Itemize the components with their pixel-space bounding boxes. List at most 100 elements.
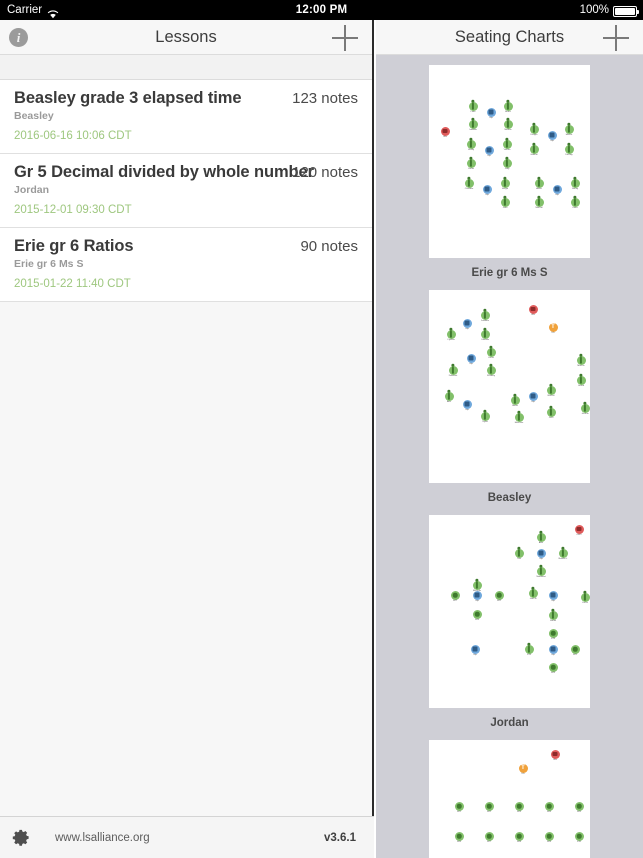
seat-marker <box>548 610 558 620</box>
seat-glyph-person <box>469 159 473 167</box>
seat-marker <box>564 124 574 134</box>
seating-chart-thumbnail[interactable]: AlexToniGrpBrooke LManmeetObs1TTchS17S07… <box>429 515 590 708</box>
seat-marker <box>454 831 464 841</box>
seat-label: Grp <box>465 409 469 411</box>
seat-label: Tch <box>551 332 555 334</box>
seat-label: Grp <box>555 194 559 196</box>
seat-glyph-person <box>503 179 507 187</box>
seat-glyph-rsq <box>442 129 448 133</box>
seat-glyph-square <box>472 646 478 652</box>
seat-marker <box>570 644 580 654</box>
seat-label: S02 <box>497 600 501 602</box>
seat-label: Josh <box>548 417 554 419</box>
seat-glyph-person <box>517 413 521 421</box>
seat-glyph-person <box>583 593 587 601</box>
seat-label: Obs <box>442 136 447 138</box>
seat-label: Ann <box>447 401 451 403</box>
seat-label: Yolanda <box>481 339 489 341</box>
add-lesson-button[interactable] <box>332 25 358 51</box>
seat-glyph-dot <box>452 592 458 598</box>
seat-label: Carlos <box>467 168 475 170</box>
seat-glyph-t: T <box>521 765 525 771</box>
seat-marker <box>548 628 558 638</box>
seat-label: S10 <box>577 841 581 843</box>
list-item[interactable]: Erie gr 6 Ratios Erie gr 6 Ms S 2015-01-… <box>0 228 372 302</box>
seat-glyph-person <box>579 356 583 364</box>
seat-glyph-person <box>579 376 583 384</box>
seat-glyph-dot <box>550 630 556 636</box>
website-link[interactable]: www.lsalliance.org <box>55 817 150 858</box>
seat-marker <box>514 831 524 841</box>
seat-marker <box>480 329 490 339</box>
seat-marker <box>548 644 558 654</box>
seating-chart-caption: Jordan <box>490 717 529 729</box>
seating-chart-thumbnail[interactable]: Obs Liam Grp Burns Isabella Nathan Shelly Grp Va… <box>429 65 590 258</box>
list-item: AlexToniGrpBrooke LManmeetObs1TTchS17S07… <box>376 506 643 731</box>
seat-marker <box>548 590 558 600</box>
seat-label: Obs <box>530 314 535 316</box>
gear-icon[interactable] <box>12 828 31 847</box>
seat-label: Margaret <box>587 129 590 131</box>
seat-label: Grp <box>487 155 491 157</box>
seat-glyph-person <box>483 412 487 420</box>
list-item: Grp Jordana Cynthia Yolanda Grp Laura Deborah W… <box>376 281 643 506</box>
list-item[interactable]: Gr 5 Decimal divided by whole number Jor… <box>0 154 372 228</box>
seat-label: Taylor <box>482 421 488 423</box>
seat-label: Grp <box>469 363 473 365</box>
seat-marker <box>528 304 538 314</box>
seat-marker <box>552 184 562 194</box>
seat-label: Jordana <box>481 320 489 322</box>
seat-glyph-square <box>538 550 544 556</box>
seat-marker <box>529 144 539 154</box>
seat-marker <box>536 566 546 576</box>
seat-marker <box>544 801 554 811</box>
seat-marker <box>546 407 556 417</box>
seat-marker <box>558 548 568 558</box>
seat-marker <box>444 391 454 401</box>
seat-glyph-square <box>464 401 470 407</box>
seat-label: Destiny <box>565 154 573 156</box>
seat-label: Grp <box>551 654 555 656</box>
lesson-notes-count: 123 notes <box>292 90 358 107</box>
seat-marker <box>484 145 494 155</box>
seat-marker <box>466 158 476 168</box>
seat-glyph-square <box>484 186 490 192</box>
seat-label: Daniel <box>549 620 557 622</box>
seating-chart-caption: Erie gr 6 Ms S <box>471 267 548 279</box>
seat-glyph-person <box>551 611 555 619</box>
seat-marker <box>547 130 557 140</box>
seat-marker <box>580 403 590 413</box>
seat-label: Whitney <box>487 375 495 377</box>
seat-glyph-person <box>583 404 587 412</box>
seat-glyph-person <box>537 198 541 206</box>
seat-marker <box>468 119 478 129</box>
list-item[interactable]: Beasley grade 3 elapsed time Beasley 201… <box>0 80 372 154</box>
lesson-notes-count: 90 notes <box>300 238 358 255</box>
add-seating-chart-button[interactable] <box>603 25 629 51</box>
seat-glyph-person <box>513 396 517 404</box>
seat-glyph-square <box>468 355 474 361</box>
battery-full-icon <box>613 5 639 17</box>
seat-label: Dwight <box>530 134 538 136</box>
seat-glyph-person <box>506 120 510 128</box>
seat-glyph-person <box>567 145 571 153</box>
seat-label: S07 <box>487 841 491 843</box>
seat-label: Grp <box>475 600 479 602</box>
seat-glyph-person <box>573 179 577 187</box>
seat-marker <box>486 347 496 357</box>
seat-glyph-person <box>537 179 541 187</box>
lesson-notes-count: 120 notes <box>292 164 358 181</box>
seat-glyph-person <box>471 102 475 110</box>
seat-marker <box>529 124 539 134</box>
seat-label: S07 <box>453 600 457 602</box>
seating-chart-thumbnail[interactable]: ObsTTchS01S02S03S04S05S06S07S08S09S10S11… <box>429 740 590 858</box>
seating-chart-thumbnail[interactable]: Grp Jordana Cynthia Yolanda Grp Laura Deborah W… <box>429 290 590 483</box>
seat-label: Kiara <box>572 207 578 209</box>
seat-marker <box>528 391 538 401</box>
battery-percent-label: 100% <box>579 4 609 16</box>
seat-label: Marisol <box>535 207 543 209</box>
seating-charts-scroll[interactable]: Obs Liam Grp Burns Isabella Nathan Shelly Grp Va… <box>376 56 643 858</box>
seat-glyph-person <box>549 408 553 416</box>
seat-glyph-person <box>539 567 543 575</box>
list-item: Obs Liam Grp Burns Isabella Nathan Shelly Grp Va… <box>376 56 643 281</box>
